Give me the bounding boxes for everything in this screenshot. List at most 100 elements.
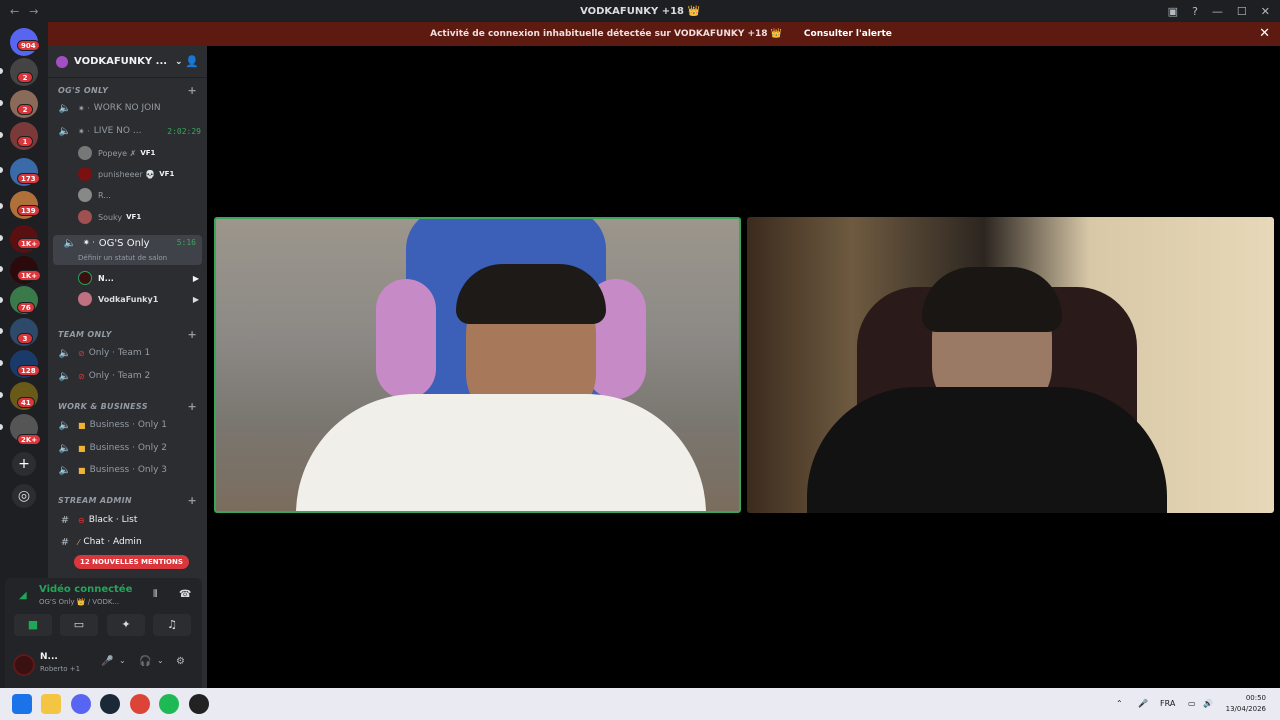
channel-work-no-join[interactable]: 🔈 ✷ · WORK NO JOIN <box>48 98 207 118</box>
add-server-icon[interactable]: + <box>12 452 36 476</box>
person-shirt <box>296 394 706 511</box>
channel-biz1[interactable]: 🔈 ■ Business · Only 1 <box>48 415 207 435</box>
channel-label: Business · Only 2 <box>89 443 168 453</box>
guild-header[interactable]: VODKAFUNKY ... ⌄ 👤 <box>48 46 207 78</box>
channel-label: Black · List <box>88 515 138 525</box>
spotify-app-icon[interactable] <box>159 694 179 714</box>
view-alert-button[interactable]: Consulter l'alerte <box>798 27 898 41</box>
steam-app-icon[interactable] <box>100 694 120 714</box>
channel-prefix: ✷ · <box>78 103 90 113</box>
unread-indicator <box>0 424 3 430</box>
channel-biz3[interactable]: 🔈 ■ Business · Only 3 <box>48 460 207 480</box>
voice-user-souky[interactable]: Souky VF1 <box>48 207 207 227</box>
start-menu-icon[interactable] <box>12 694 32 714</box>
channel-chat-admin[interactable]: # ⁄ Chat · Admin <box>48 532 207 552</box>
chrome-app-icon[interactable] <box>130 694 150 714</box>
user-label: Popeye ✗ <box>98 148 137 158</box>
voice-channel-icon: 🔈 <box>58 347 72 359</box>
invite-people-icon[interactable]: 👤 <box>185 55 199 68</box>
volume-icon[interactable]: 🔊 <box>1203 688 1213 720</box>
camera-button[interactable]: ■ <box>14 614 52 636</box>
category-label: TEAM ONLY <box>58 329 112 339</box>
server-badge: 41 <box>17 397 35 408</box>
user-name[interactable]: N... <box>40 652 58 662</box>
close-alert-icon[interactable]: ✕ <box>1259 26 1270 41</box>
inbox-icon[interactable]: ▣ <box>1168 5 1178 18</box>
close-window-button[interactable]: ✕ <box>1261 5 1270 18</box>
voice-location[interactable]: OG'S Only 👑 / VODK... <box>39 598 119 606</box>
add-channel-icon[interactable]: + <box>187 400 197 413</box>
user-label: N... <box>98 273 114 283</box>
tray-overflow-icon[interactable]: ⌃ <box>1116 688 1123 720</box>
channel-biz2[interactable]: 🔈 ■ Business · Only 2 <box>48 438 207 458</box>
screen-share-button[interactable]: ▭ <box>60 614 98 636</box>
category-og[interactable]: OG'S ONLY + <box>48 80 207 100</box>
voice-user-punisheeer[interactable]: punisheeer 💀 VF1 <box>48 164 207 184</box>
chair-shape <box>376 279 436 399</box>
server-badge: 1 <box>17 136 33 147</box>
soundboard-button[interactable]: ♫ <box>153 614 191 636</box>
channel-label: Only · Team 1 <box>88 348 151 358</box>
no-entry-icon: ⊖ <box>78 515 85 525</box>
category-stream[interactable]: STREAM ADMIN + <box>48 490 207 510</box>
clock-date: 13/04/2026 <box>1225 705 1266 713</box>
text-channel-icon: # <box>60 514 70 526</box>
server-badge: 2 <box>17 104 33 115</box>
chevron-down-icon[interactable]: ⌄ <box>157 656 164 665</box>
chevron-down-icon: ⌄ <box>175 56 183 67</box>
add-channel-icon[interactable]: + <box>187 328 197 341</box>
network-icon[interactable]: ▭ <box>1188 688 1196 720</box>
file-explorer-icon[interactable] <box>41 694 61 714</box>
channel-ogs-only[interactable]: 🔈 ✷ · OG'S Only 5:16 Définir un statut d… <box>53 235 202 265</box>
unread-indicator <box>0 266 3 272</box>
category-work[interactable]: WORK & BUSINESS + <box>48 396 207 416</box>
unread-indicator <box>0 360 3 366</box>
server-badge: 128 <box>17 365 40 376</box>
channel-label: Only · Team 2 <box>88 371 151 381</box>
back-arrow-icon[interactable]: ← <box>10 5 19 18</box>
chevron-down-icon[interactable]: ⌄ <box>119 656 126 665</box>
minimize-button[interactable]: — <box>1212 5 1223 18</box>
video-tile-speaking[interactable] <box>214 217 741 513</box>
channel-black-list[interactable]: # ⊖ Black · List <box>48 510 207 530</box>
voice-user-vodkafunky1[interactable]: VodkaFunky1 ▶ <box>48 289 207 309</box>
channel-status[interactable]: Définir un statut de salon <box>78 254 167 262</box>
activities-button[interactable]: ✦ <box>107 614 145 636</box>
microphone-icon[interactable]: 🎤 <box>1138 688 1148 720</box>
disconnect-icon[interactable]: ☎ <box>179 589 191 600</box>
maximize-button[interactable]: ☐ <box>1237 5 1247 18</box>
voice-user-popeye[interactable]: Popeye ✗ VF1 <box>48 143 207 163</box>
channel-live-no[interactable]: 🔈 ✷ · LIVE NO ... 2:02:29 <box>48 121 207 141</box>
server-badge: 2K+ <box>17 434 42 445</box>
noise-suppression-icon[interactable]: ⦀ <box>153 589 157 600</box>
voice-user-r[interactable]: R... <box>48 185 207 205</box>
discord-app-icon[interactable] <box>71 694 91 714</box>
microphone-icon[interactable]: 🎤 <box>101 656 113 667</box>
voice-user-n[interactable]: N... ▶ <box>48 268 207 288</box>
language-indicator[interactable]: FRA <box>1160 688 1175 720</box>
app-icon[interactable] <box>189 694 209 714</box>
add-channel-icon[interactable]: + <box>187 494 197 507</box>
new-mentions-pill[interactable]: 12 NOUVELLES MENTIONS <box>74 555 189 569</box>
channel-team1[interactable]: 🔈 ⊘ Only · Team 1 <box>48 343 207 363</box>
clock-time: 00:50 <box>1245 694 1266 702</box>
add-channel-icon[interactable]: + <box>187 84 197 97</box>
unread-indicator <box>0 100 3 106</box>
forward-arrow-icon[interactable]: → <box>29 5 38 18</box>
video-stage <box>207 46 1280 688</box>
channel-team2[interactable]: 🔈 ⊘ Only · Team 2 <box>48 366 207 386</box>
system-clock[interactable]: 00:50 13/04/2026 <box>1226 693 1266 715</box>
avatar[interactable] <box>13 654 35 676</box>
discover-icon[interactable]: ◎ <box>12 484 36 508</box>
avatar <box>78 188 92 202</box>
server-badge: 904 <box>17 40 40 51</box>
category-team[interactable]: TEAM ONLY + <box>48 324 207 344</box>
signal-icon[interactable]: ◢ <box>19 590 27 601</box>
help-icon[interactable]: ? <box>1192 5 1198 18</box>
channel-timer: 5:16 <box>176 238 196 247</box>
settings-gear-icon[interactable]: ⚙ <box>176 656 185 667</box>
headphones-icon[interactable]: 🎧 <box>139 656 151 667</box>
voice-status[interactable]: Vidéo connectée <box>39 584 132 595</box>
video-tile[interactable] <box>747 217 1274 513</box>
server-badge: 173 <box>17 173 40 184</box>
